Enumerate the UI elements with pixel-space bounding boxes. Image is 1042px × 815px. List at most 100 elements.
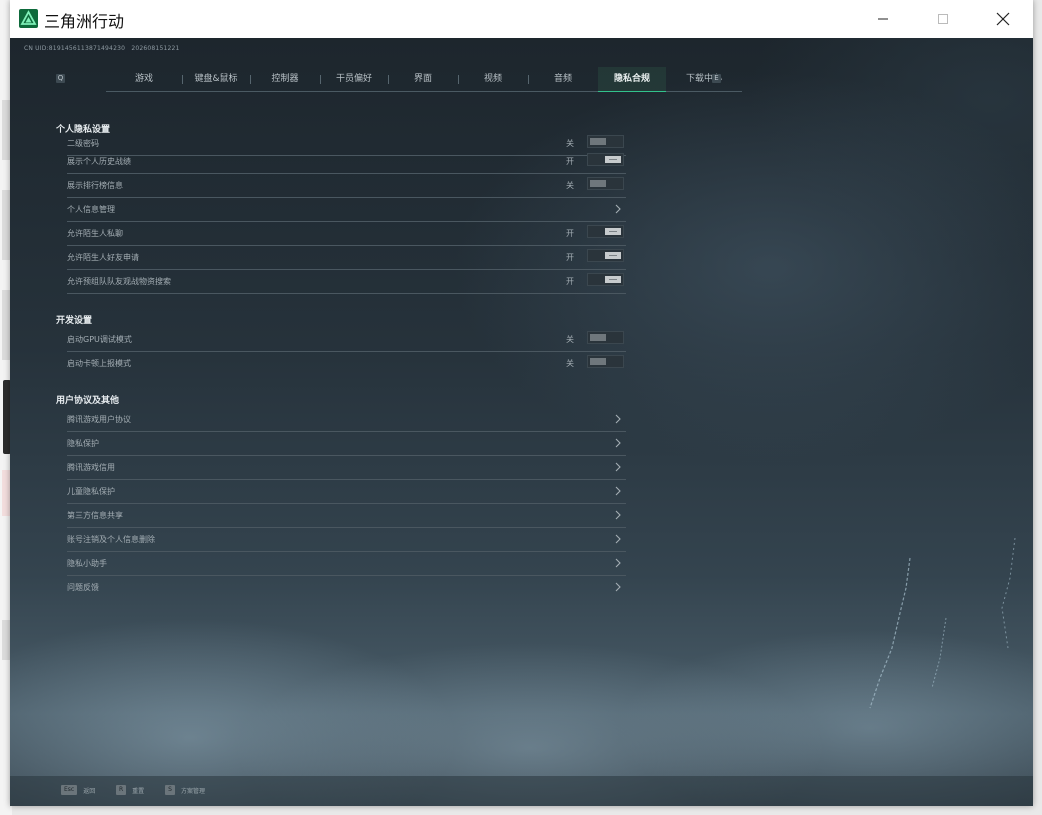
setting-label: 启动卡顿上报模式 xyxy=(67,359,131,368)
desktop-fragment xyxy=(2,100,10,160)
close-button[interactable] xyxy=(973,0,1033,38)
setting-label: 展示排行榜信息 xyxy=(67,181,123,190)
game-settings-screen: CN UID:8191456113871494230 202608151221 … xyxy=(10,38,1033,806)
tab-controller[interactable]: 控制器 xyxy=(250,67,320,91)
chevron-right-icon xyxy=(615,582,621,592)
hint-label: 方案管理 xyxy=(181,787,206,795)
link-row-feedback[interactable]: 问题反馈 xyxy=(67,576,626,599)
link-row-user-agreement[interactable]: 腾讯游戏用户协议 xyxy=(67,408,626,432)
hint-label: 返回 xyxy=(83,787,96,795)
link-label: 隐私小助手 xyxy=(67,559,107,568)
hint-scheme-management[interactable]: S 方案管理 xyxy=(165,785,205,795)
setting-label: 展示个人历史战绩 xyxy=(67,157,131,166)
toggle-switch[interactable] xyxy=(587,177,624,190)
chevron-right-icon xyxy=(615,462,621,472)
setting-label: 启动GPU调试模式 xyxy=(67,335,132,344)
setting-label: 允许预组队队友观战物资搜索 xyxy=(67,277,171,286)
toggle-knob xyxy=(590,180,606,187)
tab-keyboard-mouse[interactable]: 键盘&鼠标 xyxy=(182,67,250,91)
toggle-knob xyxy=(605,156,621,163)
tab-privacy-compliance[interactable]: 隐私合规 xyxy=(598,67,666,92)
toggle-switch[interactable] xyxy=(587,355,624,368)
title-bar[interactable]: 三角洲行动 xyxy=(10,0,1033,38)
toggle-state-text: 关 xyxy=(566,139,574,148)
tab-game[interactable]: 游戏 xyxy=(106,67,182,91)
window-title: 三角洲行动 xyxy=(44,12,125,31)
tab-operator-preferences[interactable]: 干员偏好 xyxy=(320,67,388,91)
hint-reset[interactable]: R 重置 xyxy=(116,785,144,795)
chevron-right-icon xyxy=(615,534,621,544)
link-label: 账号注销及个人信息删除 xyxy=(67,535,155,544)
toggle-switch[interactable] xyxy=(587,153,624,166)
desktop-fragment xyxy=(2,290,10,360)
toggle-state-text: 关 xyxy=(566,359,574,368)
minimize-button[interactable] xyxy=(853,0,913,38)
setting-row-show-leaderboard[interactable]: 展示排行榜信息 关 xyxy=(67,174,626,198)
setting-row-gpu-debug[interactable]: 启动GPU调试模式 关 xyxy=(67,328,626,352)
toggle-knob xyxy=(605,228,621,235)
link-label: 问题反馈 xyxy=(67,583,99,592)
link-label: 儿童隐私保护 xyxy=(67,487,115,496)
setting-label: 二级密码 xyxy=(67,139,99,148)
decorative-crack-graphic xyxy=(869,537,1016,709)
link-label: 腾讯游戏信用 xyxy=(67,463,115,472)
key-badge: Esc xyxy=(61,785,78,795)
toggle-state-text: 开 xyxy=(566,157,574,166)
section-title-agreements: 用户协议及其他 xyxy=(56,396,120,406)
link-row-game-credit[interactable]: 腾讯游戏信用 xyxy=(67,456,626,480)
app-logo-icon xyxy=(19,9,38,28)
setting-row-stranger-chat[interactable]: 允许陌生人私聊 开 xyxy=(67,222,626,246)
desktop-fragment xyxy=(2,190,10,260)
link-row-children-privacy[interactable]: 儿童隐私保护 xyxy=(67,480,626,504)
toggle-state-text: 开 xyxy=(566,253,574,262)
chevron-right-icon xyxy=(615,510,621,520)
setting-row-show-history[interactable]: 展示个人历史战绩 开 xyxy=(67,150,626,174)
toggle-state-text: 关 xyxy=(566,181,574,190)
link-row-privacy-protection[interactable]: 隐私保护 xyxy=(67,432,626,456)
toggle-knob xyxy=(605,252,621,259)
app-window: 三角洲行动 CN UID:8191456113871494230 2026081… xyxy=(10,0,1033,806)
link-row-third-party-sharing[interactable]: 第三方信息共享 xyxy=(67,504,626,528)
link-label: 第三方信息共享 xyxy=(67,511,123,520)
footer-hint-bar: Esc 返回 R 重置 S 方案管理 xyxy=(10,776,1033,806)
chevron-right-icon xyxy=(615,486,621,496)
setting-label: 个人信息管理 xyxy=(67,205,115,214)
tab-prev-key[interactable]: Q xyxy=(56,74,65,83)
toggle-knob xyxy=(590,358,606,365)
toggle-switch[interactable] xyxy=(587,249,624,262)
setting-row-stutter-report[interactable]: 启动卡顿上报模式 关 xyxy=(67,352,626,375)
setting-row-stranger-friend-request[interactable]: 允许陌生人好友申请 开 xyxy=(67,246,626,270)
toggle-switch[interactable] xyxy=(587,273,624,286)
minimize-icon xyxy=(878,18,888,20)
link-row-privacy-assistant[interactable]: 隐私小助手 xyxy=(67,552,626,576)
tabs-container: 游戏 键盘&鼠标 控制器 干员偏好 界面 视频 音频 隐私合规 下载中心 xyxy=(106,67,742,92)
setting-label: 允许陌生人好友申请 xyxy=(67,253,139,262)
toggle-state-text: 开 xyxy=(566,229,574,238)
maximize-icon xyxy=(938,14,948,24)
tab-next-key[interactable]: E xyxy=(712,74,721,83)
maximize-button[interactable] xyxy=(913,0,973,38)
toggle-knob xyxy=(590,138,606,145)
uid-text: CN UID:8191456113871494230 202608151221 xyxy=(24,45,180,52)
tab-download-center[interactable]: 下载中心 xyxy=(666,67,742,91)
setting-label: 允许陌生人私聊 xyxy=(67,229,123,238)
link-label: 腾讯游戏用户协议 xyxy=(67,415,131,424)
chevron-right-icon xyxy=(615,414,621,424)
toggle-knob xyxy=(605,276,621,283)
key-badge: S xyxy=(165,785,175,795)
toggle-switch[interactable] xyxy=(587,331,624,344)
desktop-fragment xyxy=(2,470,10,516)
toggle-switch[interactable] xyxy=(587,225,624,238)
tab-audio[interactable]: 音频 xyxy=(528,67,598,91)
desktop-fragment xyxy=(2,620,10,660)
toggle-switch[interactable] xyxy=(587,135,624,148)
hint-label: 重置 xyxy=(132,787,145,795)
key-badge: R xyxy=(116,785,127,795)
section-title-dev: 开发设置 xyxy=(56,316,93,326)
tab-video[interactable]: 视频 xyxy=(458,67,528,91)
setting-row-teammate-spectate[interactable]: 允许预组队队友观战物资搜索 开 xyxy=(67,270,626,294)
hint-back[interactable]: Esc 返回 xyxy=(61,785,95,795)
link-row-account-deletion[interactable]: 账号注销及个人信息删除 xyxy=(67,528,626,552)
tab-interface[interactable]: 界面 xyxy=(388,67,458,91)
setting-row-personal-info[interactable]: 个人信息管理 xyxy=(67,198,626,222)
